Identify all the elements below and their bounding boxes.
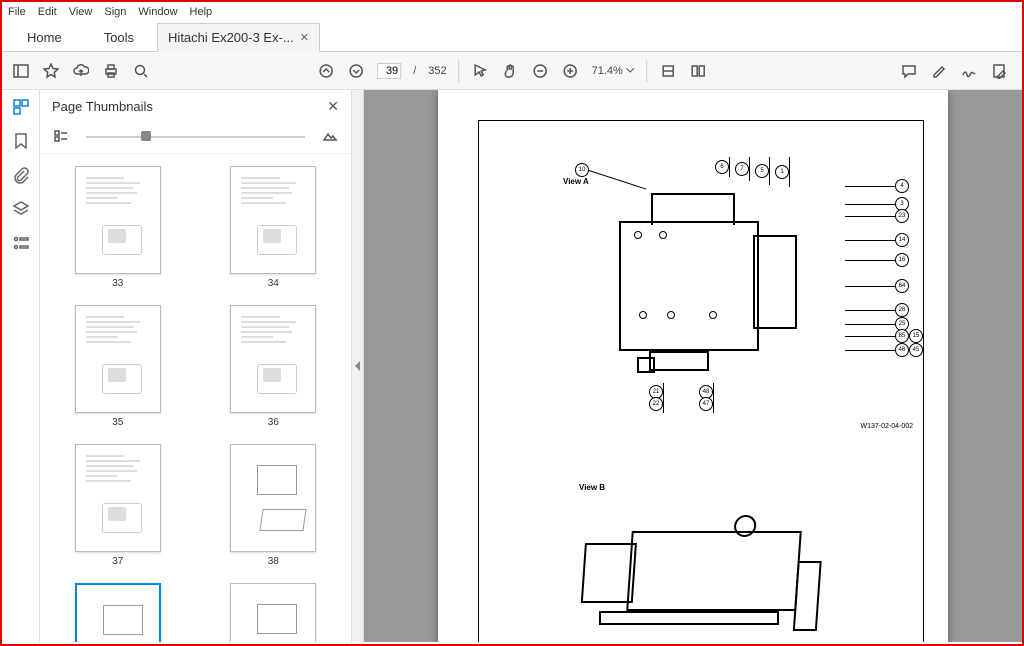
page-total: 352 (428, 65, 446, 77)
thumbnail-label: 38 (268, 556, 279, 567)
hand-icon[interactable] (502, 62, 520, 80)
tab-home[interactable]: Home (8, 23, 81, 51)
highlight-icon[interactable] (930, 62, 948, 80)
attachment-icon[interactable] (12, 166, 30, 184)
thumbnail-34[interactable]: 34 (230, 166, 316, 289)
thumbnails-icon[interactable] (12, 98, 30, 116)
thumbnail-37[interactable]: 37 (75, 444, 161, 567)
figure-ref-a: W137-02-04-002 (860, 423, 913, 430)
menu-help[interactable]: Help (190, 6, 213, 18)
page-display-icon[interactable] (689, 62, 707, 80)
tab-tools[interactable]: Tools (85, 23, 153, 51)
zoom-in-icon[interactable] (562, 62, 580, 80)
zoom-out-icon[interactable] (532, 62, 550, 80)
sign-icon[interactable] (960, 62, 978, 80)
more-icon[interactable] (12, 234, 30, 252)
panel-title: Page Thumbnails (52, 99, 153, 114)
sidebar-toggle-icon[interactable] (12, 62, 30, 80)
document-viewer[interactable]: View A 10 6 7 5 1 4 3 23 14 1 (364, 90, 1022, 642)
side-rail (2, 90, 40, 642)
menu-file[interactable]: File (8, 6, 26, 18)
thumbnails-list[interactable]: 33343536373839404142 (40, 154, 351, 642)
zoom-level[interactable]: 71.4% (592, 65, 634, 77)
thumbnail-40[interactable]: 40 (230, 583, 316, 642)
menu-window[interactable]: Window (138, 6, 177, 18)
thumbnail-36[interactable]: 36 (230, 305, 316, 428)
thumbnail-label: 33 (112, 278, 123, 289)
collapse-panel-button[interactable] (352, 90, 364, 642)
thumb-large-icon[interactable] (321, 127, 339, 145)
search-icon[interactable] (132, 62, 150, 80)
page-down-icon[interactable] (347, 62, 365, 80)
fit-width-icon[interactable] (659, 62, 677, 80)
view-b-label: View B (579, 483, 605, 492)
page-content: View A 10 6 7 5 1 4 3 23 14 1 (478, 120, 924, 642)
page: View A 10 6 7 5 1 4 3 23 14 1 (438, 90, 948, 642)
close-icon[interactable]: ✕ (300, 31, 309, 44)
callouts-a: 10 6 7 5 1 4 3 23 14 16 64 26 25 1585 45… (589, 161, 949, 411)
menu-edit[interactable]: Edit (38, 6, 57, 18)
page-separator: / (413, 65, 416, 77)
thumb-options-icon[interactable] (52, 127, 70, 145)
view-a-label: View A (563, 177, 589, 186)
thumbnail-35[interactable]: 35 (75, 305, 161, 428)
cloud-icon[interactable] (72, 62, 90, 80)
layers-icon[interactable] (12, 200, 30, 218)
print-icon[interactable] (102, 62, 120, 80)
page-up-icon[interactable] (317, 62, 335, 80)
star-icon[interactable] (42, 62, 60, 80)
page-number-input[interactable] (377, 63, 401, 79)
thumb-size-slider[interactable] (86, 132, 305, 140)
tab-bar: Home Tools Hitachi Ex200-3 Ex-... ✕ (2, 22, 1022, 52)
toolbar: / 352 71.4% (2, 52, 1022, 90)
tab-document[interactable]: Hitachi Ex200-3 Ex-... ✕ (157, 23, 320, 52)
menu-bar: File Edit View Sign Window Help (2, 2, 1022, 22)
diagram-view-b (559, 501, 859, 642)
menu-view[interactable]: View (69, 6, 93, 18)
thumbnail-label: 36 (268, 417, 279, 428)
comment-icon[interactable] (900, 62, 918, 80)
thumbnail-38[interactable]: 38 (230, 444, 316, 567)
separator (459, 60, 460, 82)
thumbnail-label: 37 (112, 556, 123, 567)
thumbnail-label: 34 (268, 278, 279, 289)
pointer-icon[interactable] (472, 62, 490, 80)
thumbnail-label: 35 (112, 417, 123, 428)
separator (646, 60, 647, 82)
bookmark-icon[interactable] (12, 132, 30, 150)
thumbnail-39[interactable]: 39 (75, 583, 161, 642)
tab-document-label: Hitachi Ex200-3 Ex-... (168, 30, 294, 45)
menu-sign[interactable]: Sign (104, 6, 126, 18)
thumbnails-panel: Page Thumbnails ✕ 33343536373839404142 (40, 90, 352, 642)
thumbnail-33[interactable]: 33 (75, 166, 161, 289)
edit-icon[interactable] (990, 62, 1008, 80)
close-panel-icon[interactable]: ✕ (327, 98, 339, 115)
